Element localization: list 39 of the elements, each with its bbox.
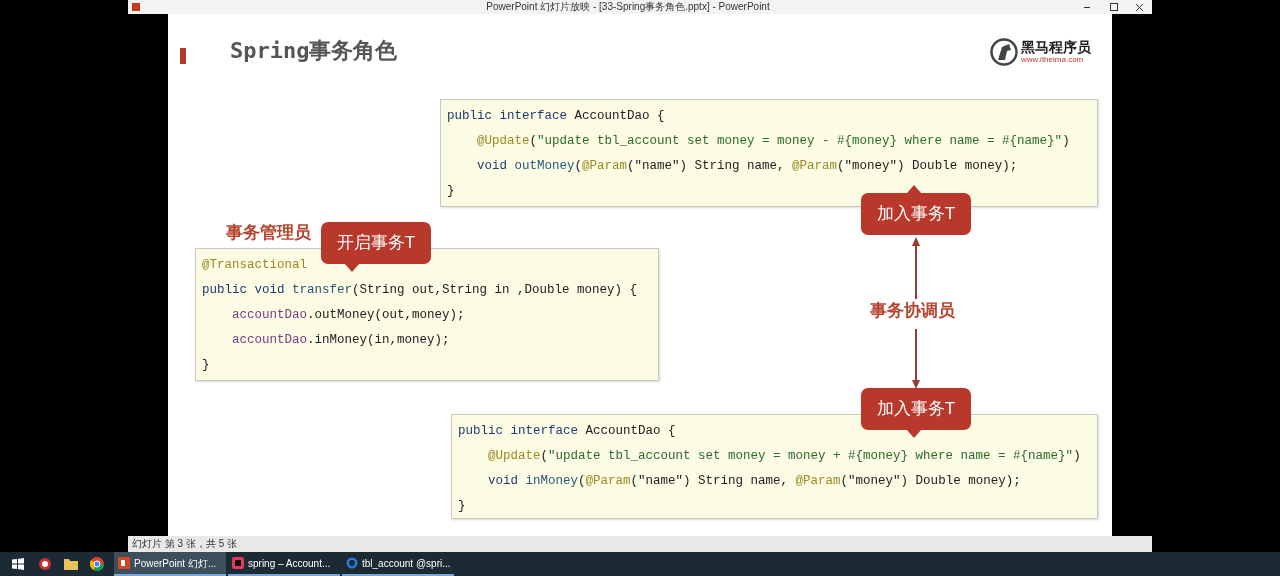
code-line: public interface AccountDao { — [447, 108, 665, 125]
code-line: void outMoney(@Param("name") String name, @Param("money") Double money); — [476, 158, 1018, 175]
windows-start-icon[interactable] — [12, 558, 24, 570]
taskbar-app[interactable]: PowerPoint 幻灯... — [114, 552, 226, 576]
code-line: } — [202, 357, 210, 374]
code-line: } — [447, 183, 455, 200]
folder-icon[interactable] — [64, 558, 78, 570]
logo-url: www.itheima.com — [1021, 55, 1085, 65]
slide-title: Spring事务角色 — [230, 37, 398, 65]
callout: 加入事务T — [861, 185, 971, 235]
logo-name: 黑马程序员 — [1021, 39, 1091, 55]
code-line: void inMoney(@Param("name") String name, @Param("money") Double money); — [487, 473, 1021, 490]
role-label: 事务协调员 — [868, 300, 957, 322]
role-label: 事务管理员 — [224, 222, 313, 244]
code-line: @Update("update tbl_account set money = money + #{money} where name = #{name}") — [487, 448, 1081, 465]
code-line: } — [458, 498, 466, 515]
callout-pointer — [345, 264, 359, 272]
powerpoint-icon — [132, 3, 140, 11]
restore-button[interactable] — [1110, 3, 1118, 11]
code-line: @Transactional — [202, 257, 308, 274]
code-line: accountDao.outMoney(out,money); — [231, 307, 465, 324]
close-button[interactable] — [1136, 3, 1144, 11]
app-icon[interactable] — [38, 557, 52, 571]
status-text: 幻灯片 第 3 张，共 5 张 — [132, 537, 237, 551]
callout: 加入事务T — [861, 388, 971, 438]
code-line: accountDao.inMoney(in,money); — [231, 332, 450, 349]
callout-pointer — [907, 185, 921, 193]
title-marker — [180, 48, 186, 64]
database-icon — [346, 557, 358, 569]
ide-icon — [232, 557, 244, 569]
callout-pointer — [907, 430, 921, 438]
callout: 开启事务T — [321, 222, 431, 272]
code-line: @Update("update tbl_account set money = money - #{money} where name = #{name}") — [476, 133, 1070, 150]
code-line: public void transfer(String out,String in ,Double money) { — [202, 282, 638, 299]
browser-icon[interactable] — [90, 557, 104, 571]
window-title: PowerPoint 幻灯片放映 - [33-Spring事务角色.pptx] - PowerPoint — [485, 0, 771, 14]
horse-logo-icon — [990, 38, 1018, 66]
powerpoint-icon — [118, 557, 130, 569]
code-line: public interface AccountDao { — [458, 423, 676, 440]
